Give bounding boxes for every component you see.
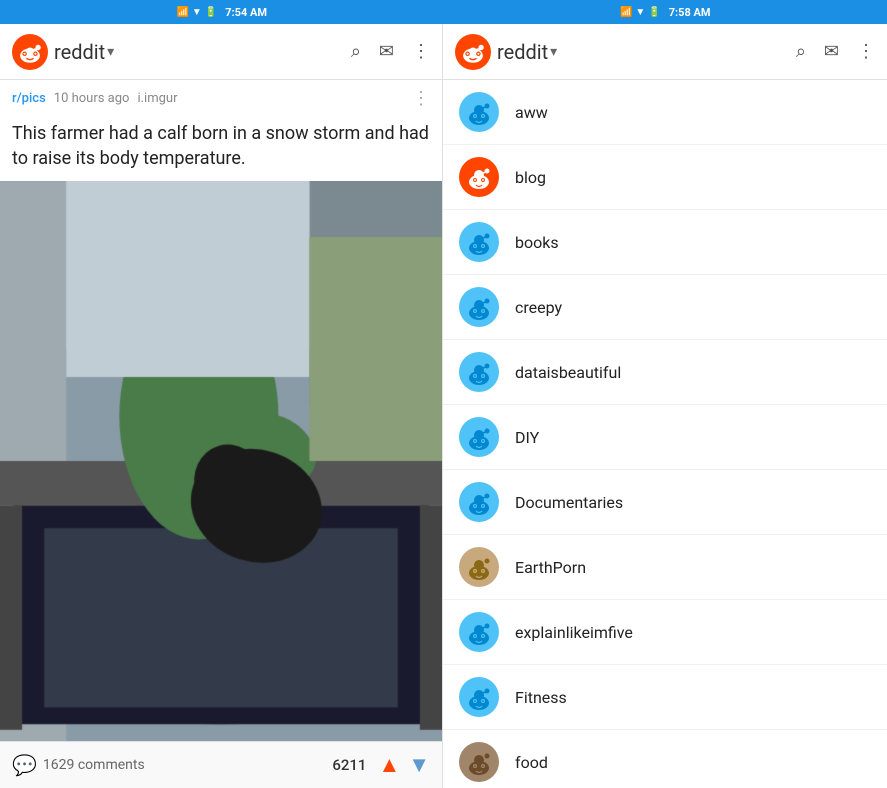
post-more-icon[interactable]: ⋮ [412, 88, 430, 109]
left-app-name: reddit [54, 40, 105, 64]
upvote-button[interactable]: ▲ [378, 752, 400, 778]
reddit-logo-left [12, 34, 48, 70]
status-bars: 📶 ▼ 🔋 7:54 AM 📶 ▼ 🔋 7:58 AM [0, 0, 887, 24]
list-item[interactable]: dataisbeautiful [443, 340, 887, 405]
left-time: 7:54 AM [225, 6, 267, 19]
battery-icon: 🔋 [205, 7, 217, 18]
right-app-bar: reddit ▾ ⌕ ✉ ⋮ [443, 24, 887, 80]
left-app-bar: reddit ▾ ⌕ ✉ ⋮ [0, 24, 442, 80]
subreddit-name: DIY [515, 428, 539, 447]
left-reddit-title[interactable]: reddit ▾ [54, 40, 114, 64]
subreddit-avatar [459, 547, 499, 587]
subreddit-name: explainlikeimfive [515, 623, 633, 642]
battery-icon-right: 🔋 [648, 7, 660, 18]
left-panel: reddit ▾ ⌕ ✉ ⋮ r/pics 10 hours ago i.img… [0, 24, 443, 788]
subreddit-name: dataisbeautiful [515, 363, 621, 382]
more-button-left[interactable]: ⋮ [412, 41, 430, 62]
left-dropdown-arrow[interactable]: ▾ [107, 44, 114, 60]
list-item[interactable]: blog [443, 145, 887, 210]
wifi-icon: ▼ [192, 7, 202, 18]
subreddit-name: Documentaries [515, 493, 623, 512]
right-app-name: reddit [497, 40, 548, 64]
right-app-bar-icons: ⌕ ✉ ⋮ [796, 41, 875, 62]
subreddit-avatar [459, 352, 499, 392]
list-item[interactable]: aww [443, 80, 887, 145]
post-footer: 💬 1629 comments 6211 ▲ ▼ [0, 741, 442, 788]
subreddit-avatar [459, 677, 499, 717]
right-time: 7:58 AM [669, 6, 711, 19]
right-dropdown-arrow[interactable]: ▾ [550, 44, 557, 60]
signal-icon-right: 📶 [620, 7, 632, 18]
left-status-bar: 📶 ▼ 🔋 7:54 AM [0, 0, 444, 24]
subreddit-name: EarthPorn [515, 558, 586, 577]
subreddit-name: Fitness [515, 688, 567, 707]
comment-icon: 💬 [12, 753, 37, 777]
list-item[interactable]: DIY [443, 405, 887, 470]
subreddit-name: blog [515, 168, 546, 187]
list-item[interactable]: Fitness [443, 665, 887, 730]
post-meta: r/pics 10 hours ago i.imgur ⋮ [0, 80, 442, 117]
subreddit-name: aww [515, 103, 548, 122]
right-app-bar-left: reddit ▾ [455, 34, 796, 70]
left-app-bar-icons: ⌕ ✉ ⋮ [351, 41, 430, 62]
subreddit-avatar [459, 157, 499, 197]
downvote-button[interactable]: ▼ [408, 752, 430, 778]
reddit-logo-right [455, 34, 491, 70]
signal-icon: 📶 [176, 7, 188, 18]
subreddit-avatar [459, 92, 499, 132]
subreddit-avatar [459, 222, 499, 262]
main-content: reddit ▾ ⌕ ✉ ⋮ r/pics 10 hours ago i.img… [0, 24, 887, 788]
list-item[interactable]: books [443, 210, 887, 275]
mail-button-right[interactable]: ✉ [824, 41, 839, 62]
vote-score: 6211 [332, 756, 366, 774]
subreddit-list: aww blog books [443, 80, 887, 788]
post-source: i.imgur [137, 91, 177, 106]
list-item[interactable]: food [443, 730, 887, 788]
subreddit-avatar [459, 287, 499, 327]
list-item[interactable]: Documentaries [443, 470, 887, 535]
subreddit-avatar [459, 742, 499, 782]
right-status-bar: 📶 ▼ 🔋 7:58 AM [444, 0, 887, 24]
post-area: r/pics 10 hours ago i.imgur ⋮ This farme… [0, 80, 442, 788]
search-button-right[interactable]: ⌕ [796, 41, 806, 62]
subreddit-name: food [515, 753, 548, 772]
post-subreddit[interactable]: r/pics [12, 91, 46, 106]
more-button-right[interactable]: ⋮ [857, 41, 875, 62]
list-item[interactable]: creepy [443, 275, 887, 340]
list-item[interactable]: explainlikeimfive [443, 600, 887, 665]
right-status-icons: 📶 ▼ 🔋 [620, 7, 661, 18]
comment-count[interactable]: 1629 comments [43, 757, 145, 773]
mail-button-left[interactable]: ✉ [379, 41, 394, 62]
wifi-icon-right: ▼ [635, 7, 645, 18]
right-reddit-title[interactable]: reddit ▾ [497, 40, 557, 64]
left-status-icons: 📶 ▼ 🔋 [176, 7, 217, 18]
subreddit-avatar [459, 612, 499, 652]
subreddit-name: creepy [515, 298, 562, 317]
list-item[interactable]: EarthPorn [443, 535, 887, 600]
search-button-left[interactable]: ⌕ [351, 41, 361, 62]
right-panel: reddit ▾ ⌕ ✉ ⋮ aww [443, 24, 887, 788]
post-time: 10 hours ago [54, 91, 130, 106]
subreddit-avatar [459, 482, 499, 522]
left-app-bar-left: reddit ▾ [12, 34, 351, 70]
subreddit-name: books [515, 233, 559, 252]
post-title: This farmer had a calf born in a snow st… [0, 117, 442, 181]
subreddit-avatar [459, 417, 499, 457]
post-image-canvas [0, 181, 442, 741]
post-image[interactable] [0, 181, 442, 741]
